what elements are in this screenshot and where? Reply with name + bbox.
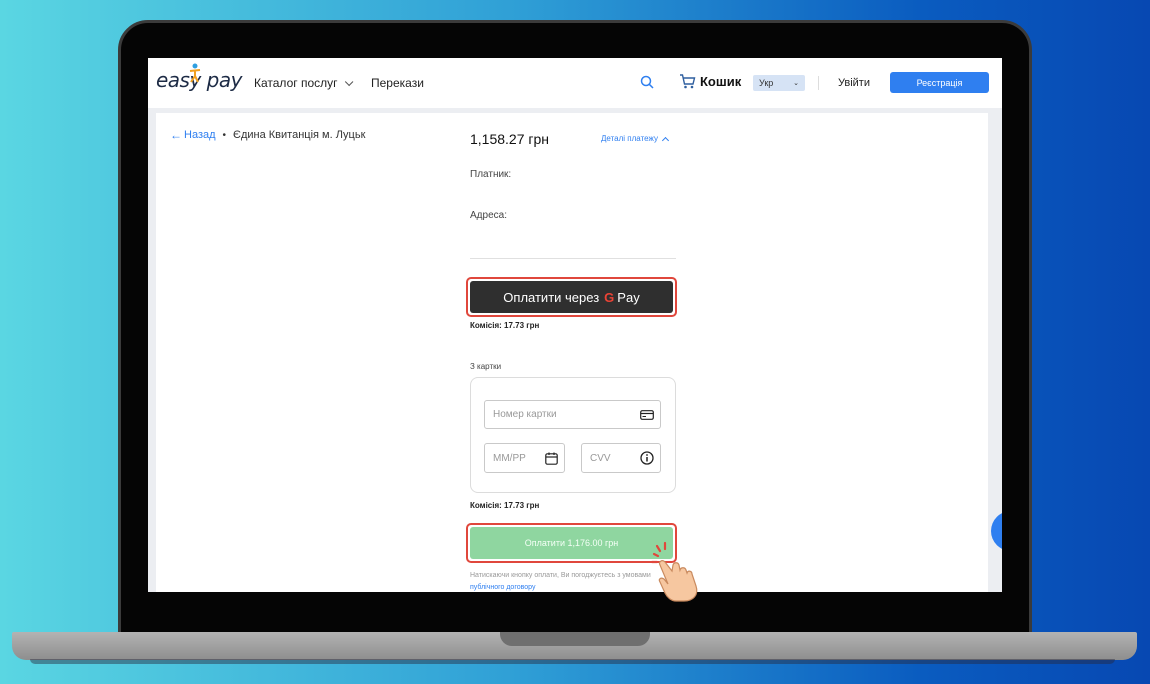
chevron-down-icon: ⌄ [793,80,799,87]
card-form: Номер картки ММ/РР CVV [470,377,676,493]
address-label: Адреса: [470,210,507,221]
register-button[interactable]: Реєстрація [890,72,989,93]
arrow-left-icon: ← [170,128,182,142]
google-g-icon: G [604,289,615,305]
pointing-hand-icon [650,541,698,602]
site-header: easy pay Каталог послуг Перекази Кошик У… [148,58,1002,108]
expiry-input[interactable]: ММ/РР [484,443,565,473]
back-link[interactable]: ← Назад [170,128,216,142]
nav-catalog[interactable]: Каталог послуг [254,76,353,90]
nav-transfers[interactable]: Перекази [371,76,424,90]
payment-amount: 1,158.27 грн [470,131,550,147]
browser-screen: easy pay Каталог послуг Перекази Кошик У… [148,58,1002,592]
credit-card-icon [640,409,654,420]
payment-content: ← Назад • Єдина Квитанція м. Луцьк 1,158… [156,113,988,592]
easypay-logo[interactable]: easy pay [156,63,242,92]
public-contract-link[interactable]: публічного договору [470,584,535,591]
breadcrumb: ← Назад • Єдина Квитанція м. Луцьк [170,128,365,142]
terms-text: Натискаючи кнопку оплати, Ви погоджуєтес… [470,572,651,591]
login-link[interactable]: Увійти [838,77,870,89]
card-commission: Комісія: 17.73 грн [470,501,540,510]
search-icon[interactable] [640,75,654,89]
header-divider [818,76,819,90]
breadcrumb-separator: • [222,129,227,141]
logo-figure-icon [189,63,201,83]
payment-details-toggle[interactable]: Деталі платежу [601,134,669,144]
cart-button[interactable]: Кошик [679,73,741,89]
cvv-input[interactable]: CVV [581,443,661,473]
gpay-button[interactable]: Оплатити через G Pay [470,281,673,313]
payer-label: Платник: [470,169,512,180]
gpay-commission: Комісія: 17.73 грн [470,321,540,330]
language-select[interactable]: Укр ⌄ [753,75,805,91]
chevron-up-icon [661,136,669,144]
info-icon[interactable] [640,451,654,465]
chevron-down-icon [344,77,353,87]
chat-widget-button[interactable] [991,511,1002,551]
laptop-notch [500,632,650,646]
gpay-highlight: Оплатити через G Pay [466,277,677,317]
card-section-label: З картки [470,362,502,371]
breadcrumb-current: Єдина Квитанція м. Луцьк [233,129,366,141]
pay-button[interactable]: Оплатити 1,176.00 грн [470,527,673,559]
cart-icon [680,74,696,89]
calendar-icon [545,452,558,465]
laptop-base-shadow [30,659,1115,664]
card-number-input[interactable]: Номер картки [484,400,661,429]
section-divider [470,258,676,259]
